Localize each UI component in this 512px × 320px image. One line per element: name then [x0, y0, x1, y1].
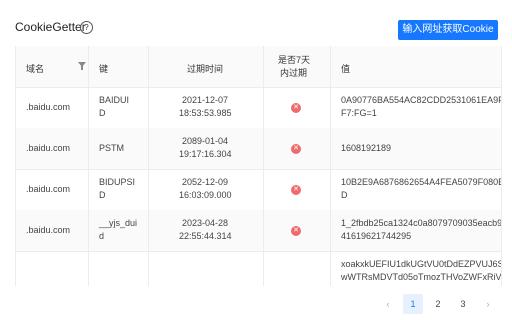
fetch-cookie-button[interactable]: 输入网址获取Cookie: [398, 20, 498, 40]
x-circle-icon: ✕: [291, 144, 301, 154]
cell-value-cont: wWTRsMDVTd05oTmozTHVoZWFxRiVo: [341, 272, 502, 282]
prev-page-button[interactable]: ‹: [378, 294, 398, 314]
next-page-button[interactable]: ›: [478, 294, 498, 314]
filter-icon-stem: [81, 66, 83, 70]
page-3-button[interactable]: 3: [453, 294, 473, 314]
table-row[interactable]: .baidu.com BIDUPSI D 2052-12-09 16:03:09…: [16, 169, 501, 211]
cell-key-cont: d: [99, 231, 105, 241]
cell-domain: .baidu.com: [26, 225, 71, 235]
cell-key-cont: D: [99, 190, 106, 200]
app-window: CookieGetter ? 输入网址获取Cookie 域名 键 过期时间 是否…: [0, 0, 512, 320]
table-row[interactable]: .baidu.com PSTM 2089-01-04 19:17:16.304 …: [16, 128, 501, 170]
cell-value-cont: 41619621744295: [341, 231, 412, 241]
table-row[interactable]: xoakxkUEFIU1dkUGtVU0tDdEZPVUJ6S1Y wWTRsM…: [16, 251, 501, 286]
cell-domain: .baidu.com: [26, 102, 71, 112]
cell-domain: .baidu.com: [26, 143, 71, 153]
x-circle-icon: ✕: [291, 226, 301, 236]
cell-value: 1608192189: [341, 143, 392, 153]
cell-domain: .baidu.com: [26, 184, 71, 194]
table-row[interactable]: .baidu.com __yjs_dui d 2023-04-28 22:55:…: [16, 210, 501, 252]
cell-value: xoakxkUEFIU1dkUGtVU0tDdEZPVUJ6S1Y: [341, 259, 502, 269]
cell-key: __yjs_dui: [99, 218, 138, 228]
cell-exp-date: 2052-12-09: [182, 177, 229, 187]
cell-exp-time: 18:53:53.985: [179, 108, 232, 118]
column-header-expiring-soon: 是否7天 内过期: [264, 46, 331, 87]
cell-exp-date: 2089-01-04: [182, 136, 229, 146]
cell-key-cont: D: [99, 108, 106, 118]
pagination: ‹ 1 2 3 ›: [0, 294, 512, 314]
column-header-key: 键: [89, 46, 149, 87]
cell-key: BIDUPSI: [99, 177, 136, 187]
page-2-button[interactable]: 2: [428, 294, 448, 314]
x-circle-icon: ✕: [291, 185, 301, 195]
cell-value: 10B2E9A6876862654A4FEA5079F080E: [341, 177, 502, 187]
table-header: 域名 键 过期时间 是否7天 内过期 值: [16, 46, 501, 88]
cell-exp-time: 22:55:44.314: [179, 231, 232, 241]
cell-exp-date: 2021-12-07: [182, 95, 229, 105]
column-header-value: 值: [341, 64, 351, 74]
cell-value: 0A90776BA554AC82CDD2531061EA9F: [341, 95, 502, 105]
x-circle-icon: ✕: [291, 103, 301, 113]
column-header-domain[interactable]: 域名: [16, 46, 89, 87]
cell-value-cont: F7:FG=1: [341, 108, 377, 118]
question-circle-icon[interactable]: ?: [80, 21, 93, 34]
cell-exp-time: 19:17:16.304: [179, 149, 232, 159]
table-row[interactable]: .baidu.com BAIDUI D 2021-12-07 18:53:53.…: [16, 87, 501, 129]
cell-value: 1_2fbdb25ca1324c0a8079709035eacb9: [341, 218, 502, 228]
app-title: CookieGetter: [15, 20, 86, 34]
cell-value-cont: D: [341, 190, 348, 200]
page-1-button[interactable]: 1: [403, 294, 423, 314]
cell-key: PSTM: [99, 143, 125, 153]
cell-key: BAIDUI: [99, 95, 130, 105]
column-header-expires: 过期时间: [149, 46, 264, 87]
cell-exp-time: 16:03:09.000: [179, 190, 232, 200]
cookie-table: 域名 键 过期时间 是否7天 内过期 值 .baidu.com BAIDUI D…: [15, 46, 502, 286]
cell-exp-date: 2023-04-28: [182, 218, 229, 228]
